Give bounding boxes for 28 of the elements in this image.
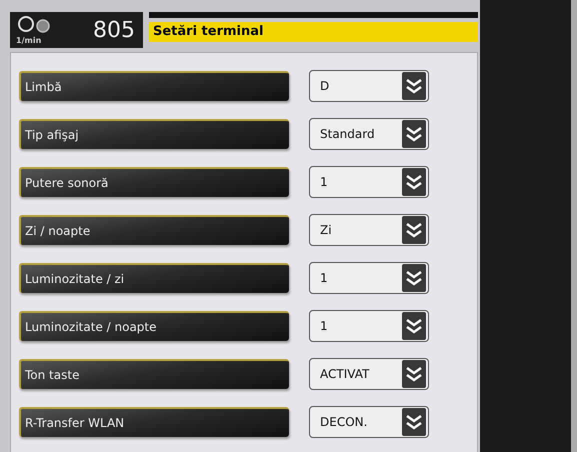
chevron-down-icon [402,264,426,292]
chevron-down-icon [402,216,426,244]
setting-label[interactable]: Tip afişaj [19,118,289,148]
dropdown[interactable]: 1 [309,166,429,198]
dropdown[interactable]: DECON. [309,406,429,438]
setting-label[interactable]: Luminozitate / zi [19,262,289,292]
dropdown[interactable]: 1 [309,310,429,342]
indicator-lights-icon [16,16,50,36]
chevron-down-icon [402,408,426,436]
chevron-down-icon [402,312,426,340]
chevron-down-icon [402,120,426,148]
screen-title: Setări terminal [149,22,478,42]
setting-label[interactable]: Ton taste [19,358,289,388]
setting-label[interactable]: Zi / noapte [19,214,289,244]
setting-label[interactable]: Putere sonoră [19,166,289,196]
setting-label[interactable]: Luminozitate / noapte [19,310,289,340]
chevron-down-icon [402,168,426,196]
dropdown[interactable]: Zi [309,214,429,246]
speed-unit: 1/min [16,36,42,44]
chevron-down-icon [402,360,426,388]
dropdown[interactable]: D [309,70,429,102]
dropdown[interactable]: 1 [309,262,429,294]
speed-value: 805 [93,18,135,42]
setting-label[interactable]: Limbă [19,70,289,100]
dropdown[interactable]: Standard [309,118,429,150]
chevron-down-icon [402,72,426,100]
setting-label[interactable]: R-Transfer WLAN [19,406,289,436]
dropdown[interactable]: ACTIVAT [309,358,429,390]
